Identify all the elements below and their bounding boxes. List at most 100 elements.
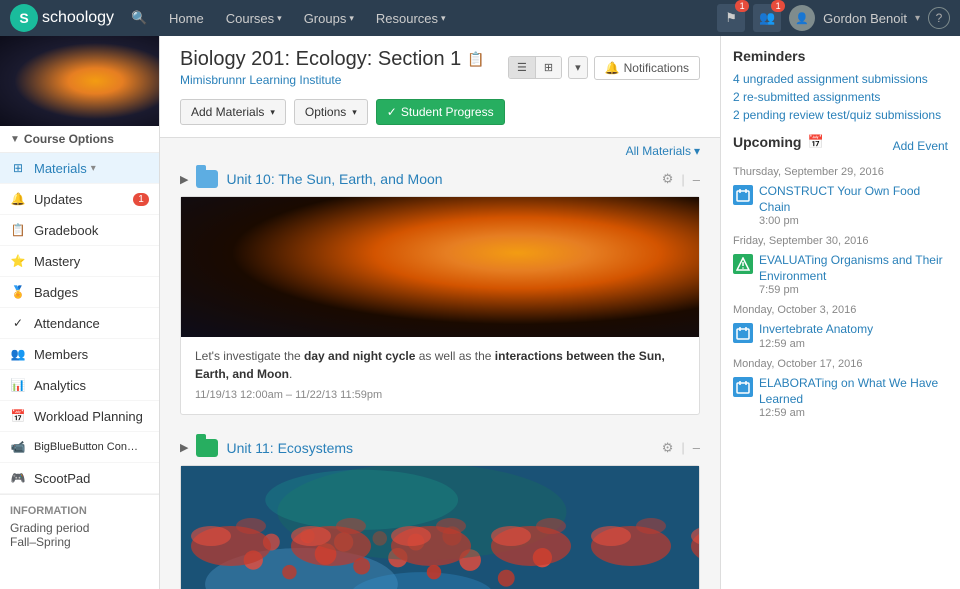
view-arrow-button[interactable]: ▾ bbox=[568, 56, 588, 79]
unit-11-image bbox=[181, 466, 699, 589]
reminder-item-0[interactable]: 4 ungraded assignment submissions bbox=[733, 72, 948, 86]
sidebar-item-label: Members bbox=[34, 347, 88, 362]
right-panel: Reminders 4 ungraded assignment submissi… bbox=[720, 36, 960, 589]
sidebar-item-analytics[interactable]: 📊 Analytics bbox=[0, 370, 159, 401]
notifications-people-button[interactable]: 👥 1 bbox=[753, 4, 781, 32]
sidebar-item-materials[interactable]: ⊞ Materials ▾ bbox=[0, 153, 159, 184]
options-label: Options bbox=[305, 105, 346, 119]
unit-11-block: ▶ Unit 11: Ecosystems ⚙ | – bbox=[180, 431, 700, 589]
date-divider-3: Monday, October 17, 2016 bbox=[733, 358, 948, 370]
scootpad-icon: 🎮 bbox=[10, 470, 26, 486]
sidebar-item-scootpad[interactable]: 🎮 ScootPad bbox=[0, 463, 159, 494]
logo-text: schoology bbox=[42, 9, 114, 27]
sidebar-item-badges[interactable]: 🏅 Badges bbox=[0, 277, 159, 308]
sidebar-item-mastery[interactable]: ⭐ Mastery bbox=[0, 246, 159, 277]
event-text-1: EVALUATing Organisms and Their Environme… bbox=[759, 253, 948, 296]
event-title-0[interactable]: CONSTRUCT Your Own Food Chain bbox=[759, 184, 948, 215]
sidebar-item-label: Badges bbox=[34, 285, 78, 300]
search-icon[interactable]: 🔍 bbox=[129, 8, 149, 28]
unit-10-folder-icon bbox=[196, 170, 218, 188]
view-list-button[interactable]: ☰ bbox=[509, 57, 536, 78]
main-content: Biology 201: Ecology: Section 1 📋 Mimisb… bbox=[160, 36, 720, 589]
sidebar-item-gradebook[interactable]: 📋 Gradebook bbox=[0, 215, 159, 246]
options-caret: ▾ bbox=[352, 107, 357, 118]
nav-home[interactable]: Home bbox=[159, 0, 214, 36]
main-toolbar: Add Materials ▾ Options ▾ ✓ Student Prog… bbox=[180, 91, 700, 129]
add-event-link[interactable]: Add Event bbox=[893, 139, 948, 153]
logo[interactable]: S schoology bbox=[10, 4, 114, 32]
options-button[interactable]: Options ▾ bbox=[294, 99, 368, 125]
nav-groups[interactable]: Groups ▾ bbox=[294, 0, 364, 36]
unit-10-header[interactable]: ▶ Unit 10: The Sun, Earth, and Moon ⚙ | … bbox=[180, 162, 700, 196]
notifications-button[interactable]: 🔔 Student Progress Notifications bbox=[594, 56, 700, 80]
unit-11-more[interactable]: – bbox=[693, 440, 700, 455]
people-icon: 👥 bbox=[759, 10, 775, 26]
avatar-icon: 👤 bbox=[795, 12, 809, 25]
reminders-title: Reminders bbox=[733, 48, 948, 64]
school-name[interactable]: Mimisbrunnr Learning Institute bbox=[180, 73, 485, 87]
event-title-3[interactable]: ELABORATing on What We Have Learned bbox=[759, 376, 948, 407]
unit-10-title[interactable]: Unit 10: The Sun, Earth, and Moon bbox=[226, 171, 653, 187]
unit-10-gear[interactable]: ⚙ bbox=[662, 171, 674, 187]
people-badge: 1 bbox=[771, 0, 785, 12]
checkmark-icon: ✓ bbox=[387, 105, 397, 119]
notifications-flag-button[interactable]: ⚑ 1 bbox=[717, 4, 745, 32]
unit-11-title[interactable]: Unit 11: Ecosystems bbox=[226, 440, 653, 456]
avatar[interactable]: 👤 bbox=[789, 5, 815, 31]
materials-icon: ⊞ bbox=[10, 160, 26, 176]
sidebar-item-label: Attendance bbox=[34, 316, 100, 331]
unit-11-toggle[interactable]: ▶ bbox=[180, 441, 188, 454]
all-materials-link[interactable]: All Materials bbox=[626, 144, 691, 158]
username-label[interactable]: Gordon Benoit bbox=[823, 11, 907, 26]
upcoming-title: Upcoming 📅 bbox=[733, 134, 824, 150]
sidebar-item-members[interactable]: 👥 Members bbox=[0, 339, 159, 370]
members-icon: 👥 bbox=[10, 346, 26, 362]
reminder-item-1[interactable]: 2 re-submitted assignments bbox=[733, 90, 948, 104]
page-header: Biology 201: Ecology: Section 1 📋 Mimisb… bbox=[160, 36, 720, 138]
page-title-area: Biology 201: Ecology: Section 1 📋 Mimisb… bbox=[180, 48, 485, 87]
flag-icon: ⚑ bbox=[725, 10, 737, 26]
event-title-1[interactable]: EVALUATing Organisms and Their Environme… bbox=[759, 253, 948, 284]
logo-icon: S bbox=[10, 4, 38, 32]
sidebar-item-label: Mastery bbox=[34, 254, 80, 269]
event-icon-1 bbox=[733, 254, 753, 274]
attendance-icon: ✓ bbox=[10, 315, 26, 331]
add-materials-caret: ▾ bbox=[270, 107, 275, 118]
upcoming-label: Upcoming bbox=[733, 134, 801, 150]
course-options-label: Course Options bbox=[24, 132, 114, 146]
unit-10-text-3: . bbox=[289, 367, 292, 381]
unit-10-toggle[interactable]: ▶ bbox=[180, 173, 188, 186]
username-arrow[interactable]: ▾ bbox=[915, 13, 920, 24]
event-item-2: Invertebrate Anatomy 12:59 am bbox=[733, 322, 948, 350]
sidebar-item-label: BigBlueButton Confer... bbox=[34, 441, 139, 453]
help-button[interactable]: ? bbox=[928, 7, 950, 29]
sidebar-item-workload[interactable]: 📅 Workload Planning bbox=[0, 401, 159, 432]
nav-courses[interactable]: Courses ▾ bbox=[216, 0, 292, 36]
edit-title-icon[interactable]: 📋 bbox=[467, 51, 484, 68]
all-materials-caret[interactable]: ▾ bbox=[694, 144, 700, 158]
add-materials-button[interactable]: Add Materials ▾ bbox=[180, 99, 286, 125]
unit-11-header[interactable]: ▶ Unit 11: Ecosystems ⚙ | – bbox=[180, 431, 700, 465]
sidebar-item-bigblue[interactable]: 📹 BigBlueButton Confer... bbox=[0, 432, 159, 463]
info-section-label: Information bbox=[10, 505, 149, 517]
workload-icon: 📅 bbox=[10, 408, 26, 424]
unit-11-folder-icon bbox=[196, 439, 218, 457]
sidebar-item-updates[interactable]: 🔔 Updates 1 bbox=[0, 184, 159, 215]
add-materials-label: Add Materials bbox=[191, 105, 264, 119]
course-options-toggle[interactable]: ▼ Course Options bbox=[0, 126, 159, 153]
unit-11-body bbox=[180, 465, 700, 589]
unit-10-more[interactable]: – bbox=[693, 172, 700, 187]
event-title-2[interactable]: Invertebrate Anatomy bbox=[759, 322, 873, 338]
nav-resources[interactable]: Resources ▾ bbox=[366, 0, 456, 36]
student-progress-button[interactable]: ✓ Student Progress bbox=[376, 99, 505, 125]
date-divider-0: Thursday, September 29, 2016 bbox=[733, 166, 948, 178]
reminder-item-2[interactable]: 2 pending review test/quiz submissions bbox=[733, 108, 948, 122]
sidebar-item-attendance[interactable]: ✓ Attendance bbox=[0, 308, 159, 339]
course-image bbox=[0, 36, 159, 126]
event-item-0: CONSTRUCT Your Own Food Chain 3:00 pm bbox=[733, 184, 948, 227]
event-icon-3 bbox=[733, 377, 753, 397]
view-grid-button[interactable]: ⊞ bbox=[536, 57, 561, 78]
upcoming-header: Upcoming 📅 Add Event bbox=[733, 134, 948, 158]
unit-11-gear[interactable]: ⚙ bbox=[662, 440, 674, 456]
top-navigation: S schoology 🔍 Home Courses ▾ Groups ▾ Re… bbox=[0, 0, 960, 36]
